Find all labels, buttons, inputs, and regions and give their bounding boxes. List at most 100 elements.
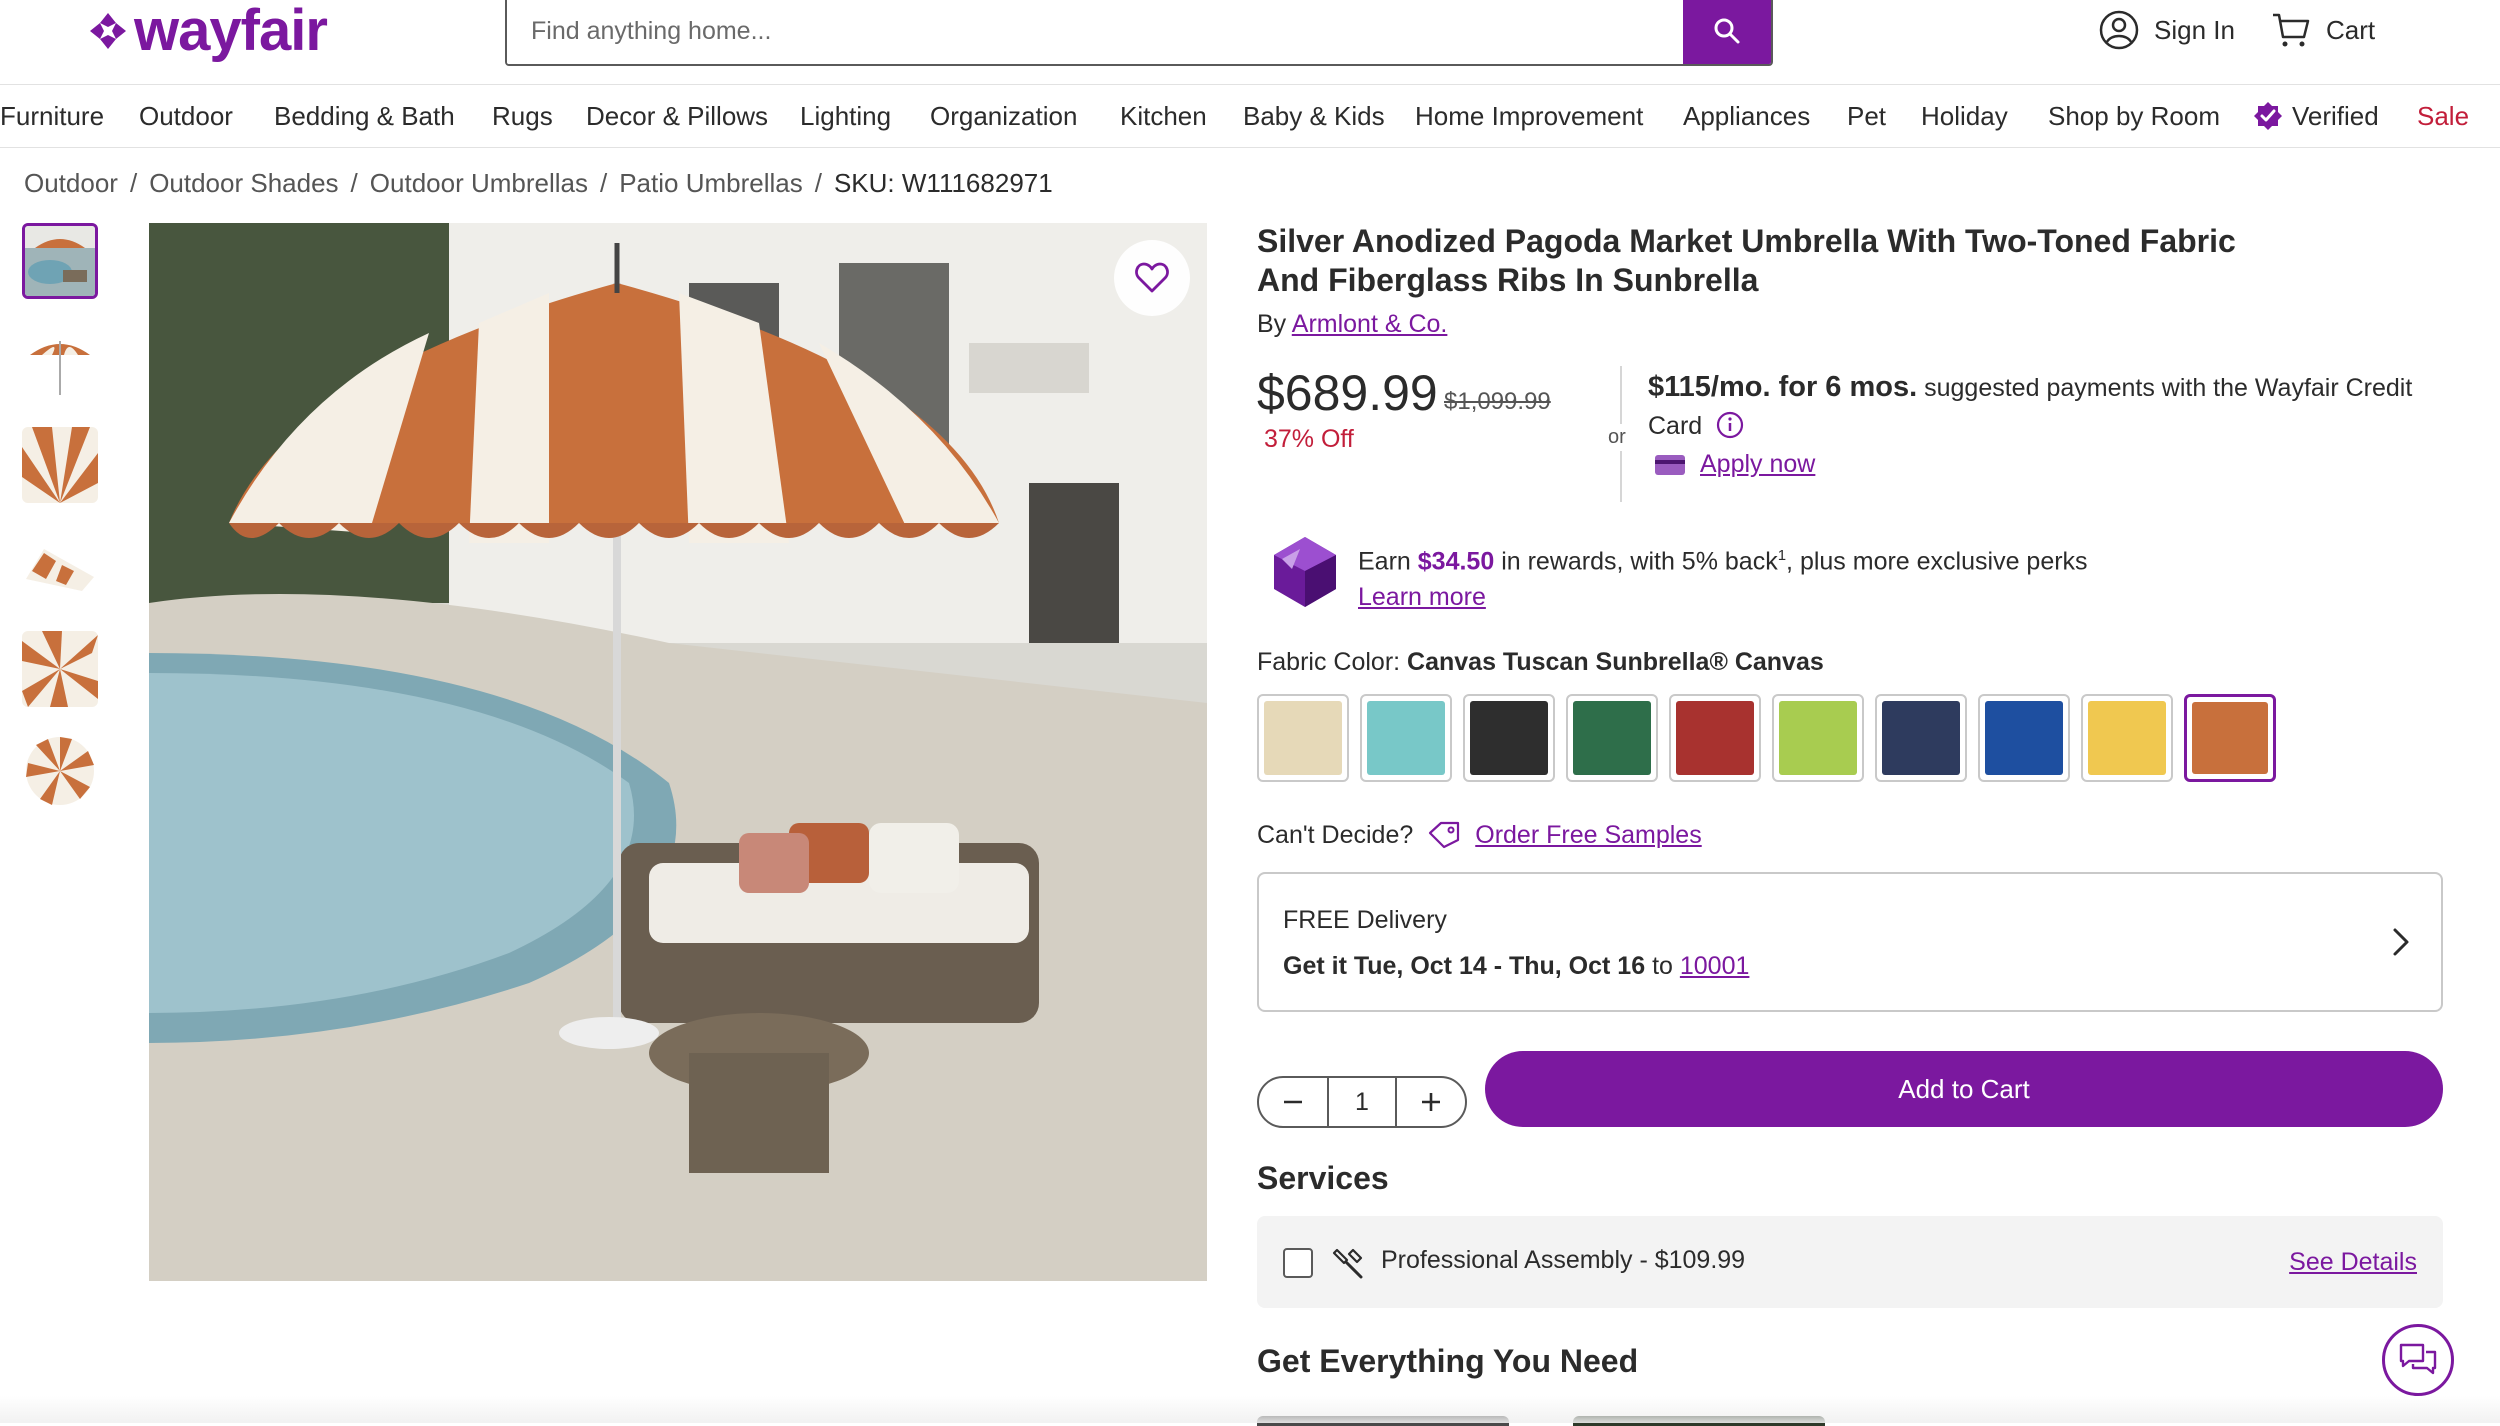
- apply-now[interactable]: Apply now: [1654, 450, 1815, 479]
- logo-text: wayfair: [134, 0, 328, 63]
- thumbnail-6[interactable]: [22, 733, 98, 809]
- brand-link[interactable]: Armlont & Co.: [1292, 310, 1448, 338]
- color-swatch-8[interactable]: [1978, 694, 2070, 782]
- nav-item-home-improvement[interactable]: Home Improvement: [1415, 85, 1643, 147]
- swatch-fill: [1985, 701, 2063, 775]
- decrease-quantity-button[interactable]: [1259, 1078, 1327, 1126]
- swatch-fill: [1264, 701, 1342, 775]
- rewards-earn: Earn: [1358, 547, 1411, 576]
- search-button[interactable]: [1683, 0, 1771, 64]
- chevron-right-icon: [2393, 928, 2409, 956]
- color-swatch-5[interactable]: [1669, 694, 1761, 782]
- sale-price: $689.99: [1257, 365, 1438, 421]
- bottom-fade: [0, 1396, 2500, 1423]
- sign-in-link[interactable]: Sign In: [2098, 8, 2235, 52]
- or-separator: or: [1608, 424, 1626, 451]
- swatch-fill: [1779, 701, 1857, 775]
- cart-label: Cart: [2326, 14, 2376, 45]
- thumbnail-4[interactable]: [22, 529, 98, 605]
- breadcrumb-separator: /: [814, 168, 822, 198]
- apply-now-link[interactable]: Apply now: [1700, 450, 1815, 479]
- color-swatch-6[interactable]: [1772, 694, 1864, 782]
- original-price: $1,099.99: [1444, 388, 1551, 415]
- breadcrumb-separator: /: [599, 168, 608, 198]
- favorite-button[interactable]: [1114, 240, 1190, 316]
- nav-item-bedding-bath[interactable]: Bedding & Bath: [274, 85, 455, 147]
- search-input[interactable]: [507, 0, 1683, 64]
- breadcrumb-outdoor[interactable]: Outdoor: [24, 168, 118, 199]
- nav-item-appliances[interactable]: Appliances: [1683, 85, 1810, 147]
- rewards-text: in rewards, with 5% back: [1501, 547, 1778, 576]
- nav-item-organization[interactable]: Organization: [930, 85, 1077, 147]
- thumbnail-2[interactable]: [22, 325, 98, 401]
- quantity-stepper: 1: [1257, 1076, 1467, 1128]
- thumbnail-5[interactable]: [22, 631, 98, 707]
- nav-item-holiday[interactable]: Holiday: [1921, 85, 2008, 147]
- learn-more-link[interactable]: Learn more: [1358, 583, 1486, 611]
- color-swatch-1[interactable]: [1257, 694, 1349, 782]
- order-samples-link[interactable]: Order Free Samples: [1475, 821, 1701, 850]
- free-samples-row: Can't Decide? Order Free Samples: [1257, 820, 1702, 850]
- breadcrumb-outdoor-shades[interactable]: Outdoor Shades: [149, 168, 338, 199]
- brand-byline: By Armlont & Co.: [1257, 310, 1447, 339]
- nav-item-outdoor[interactable]: Outdoor: [139, 85, 233, 147]
- assembly-label: Professional Assembly - $109.99: [1381, 1246, 1746, 1274]
- verified-icon: [2254, 102, 2282, 130]
- delivery-date-range: Get it Tue, Oct 14 - Thu, Oct 16: [1283, 952, 1646, 980]
- color-swatch-3[interactable]: [1463, 694, 1555, 782]
- sign-in-label: Sign In: [2154, 14, 2235, 45]
- nav-item-pet[interactable]: Pet: [1847, 85, 1886, 147]
- breadcrumb-patio-umbrellas[interactable]: Patio Umbrellas: [619, 168, 803, 199]
- nav-item-decor-pillows[interactable]: Decor & Pillows: [586, 85, 768, 147]
- discount-percent: 37% Off: [1264, 425, 1354, 453]
- quantity-value[interactable]: 1: [1327, 1078, 1397, 1126]
- nav-item-rugs[interactable]: Rugs: [492, 85, 553, 147]
- see-details-link[interactable]: See Details: [2289, 1248, 2417, 1277]
- color-swatch-4[interactable]: [1566, 694, 1658, 782]
- thumbnail-image: [25, 226, 95, 296]
- thumbnail-3[interactable]: [22, 427, 98, 503]
- cart-link[interactable]: Cart: [2270, 8, 2375, 52]
- nav-item-verified[interactable]: Verified: [2252, 85, 2379, 147]
- breadcrumb-sku: SKU: W111682971: [833, 168, 1053, 198]
- chat-button[interactable]: [2382, 1324, 2454, 1396]
- product-photo: [149, 223, 1207, 1281]
- delivery-dates: Get it Tue, Oct 14 - Thu, Oct 16 to 1000…: [1283, 952, 1749, 981]
- color-swatch-10-selected[interactable]: [2184, 694, 2276, 782]
- rewards-gem-icon: [1274, 537, 1336, 607]
- nav-item-baby-kids[interactable]: Baby & Kids: [1243, 85, 1385, 147]
- breadcrumb-outdoor-umbrellas[interactable]: Outdoor Umbrellas: [370, 168, 588, 199]
- info-icon[interactable]: [1715, 410, 1745, 440]
- color-swatch-9[interactable]: [2081, 694, 2173, 782]
- services-heading: Services: [1257, 1160, 1389, 1196]
- nav-item-shop-by-room[interactable]: Shop by Room: [2048, 85, 2220, 147]
- by-prefix: By: [1257, 310, 1287, 338]
- category-nav: Furniture Outdoor Bedding & Bath Rugs De…: [0, 84, 2500, 148]
- delivery-headline: FREE Delivery: [1283, 906, 1447, 934]
- chat-icon: [2399, 1343, 2437, 1375]
- nav-item-sale[interactable]: Sale: [2417, 85, 2469, 147]
- assembly-checkbox[interactable]: [1283, 1248, 1313, 1278]
- nav-item-kitchen[interactable]: Kitchen: [1120, 85, 1207, 147]
- minus-icon: [1284, 1100, 1302, 1104]
- thumbnail-1[interactable]: [22, 223, 98, 299]
- zip-code-link[interactable]: 10001: [1680, 952, 1750, 980]
- tag-icon: [1429, 821, 1460, 849]
- cant-decide-label: Can't Decide?: [1257, 820, 1414, 849]
- account-icon: [2099, 10, 2139, 50]
- fabric-color-label: Fabric Color: Canvas Tuscan Sunbrella® C…: [1257, 648, 1824, 677]
- color-swatch-7[interactable]: [1875, 694, 1967, 782]
- color-swatch-2[interactable]: [1360, 694, 1452, 782]
- product-main-image[interactable]: [149, 223, 1207, 1281]
- heart-icon: [1135, 262, 1169, 293]
- nav-item-lighting[interactable]: Lighting: [800, 85, 891, 147]
- tools-icon: [1332, 1248, 1363, 1279]
- swatch-fill: [1676, 701, 1754, 775]
- thumbnail-image: [22, 325, 98, 401]
- wayfair-logo[interactable]: wayfair: [86, 0, 328, 63]
- increase-quantity-button[interactable]: [1397, 1078, 1465, 1126]
- delivery-box[interactable]: FREE Delivery Get it Tue, Oct 14 - Thu, …: [1257, 872, 2443, 1012]
- nav-item-furniture[interactable]: Furniture: [0, 85, 104, 147]
- monthly-payment: $115/mo. for 6 mos.: [1648, 371, 1918, 403]
- add-to-cart-button[interactable]: Add to Cart: [1485, 1051, 2443, 1127]
